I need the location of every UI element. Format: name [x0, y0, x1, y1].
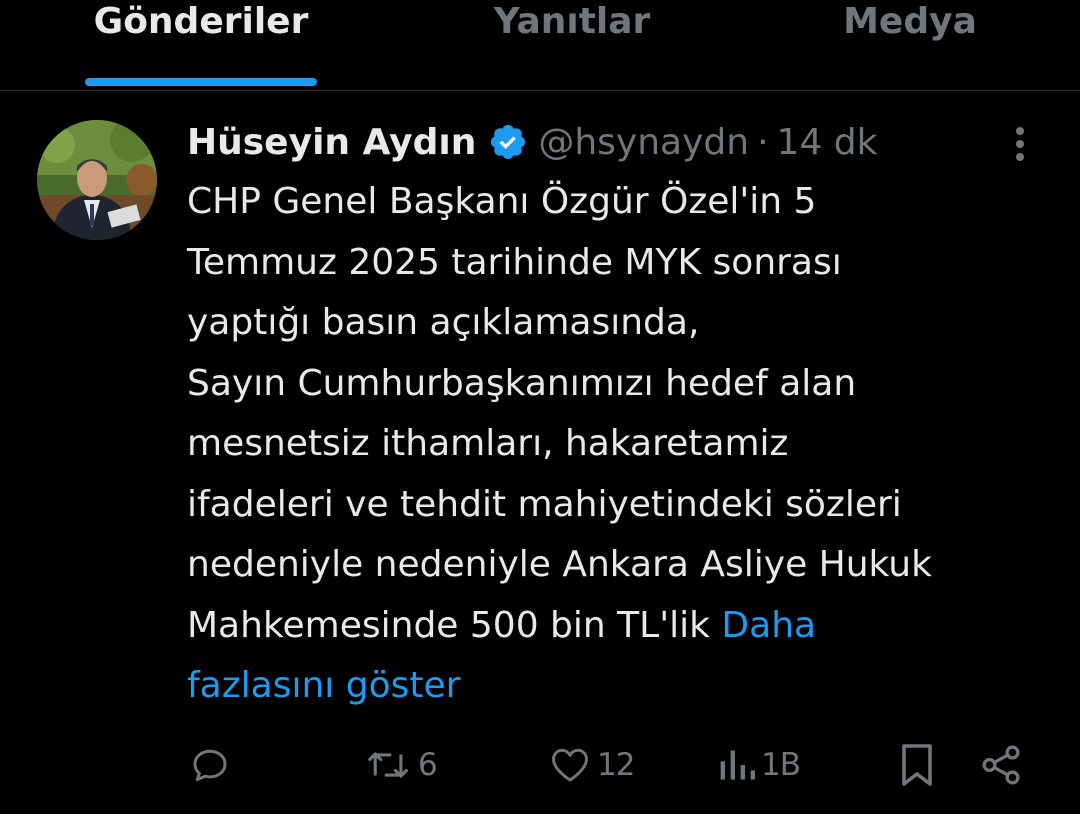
share-icon	[978, 742, 1024, 788]
more-options-icon[interactable]	[1004, 122, 1036, 166]
tab-media[interactable]: Medya	[800, 0, 1020, 50]
verified-badge-icon[interactable]	[488, 122, 528, 162]
reply-icon	[188, 743, 232, 787]
reply-button[interactable]	[188, 735, 236, 795]
like-button[interactable]: 12	[547, 735, 635, 795]
post-actions: 6 12 1B	[0, 735, 1080, 795]
avatar[interactable]	[37, 120, 157, 240]
repost-icon	[364, 743, 414, 787]
active-tab-indicator	[85, 78, 317, 86]
bookmark-icon	[897, 741, 937, 789]
post-header: Hüseyin Aydın @hsynaydn · 14 dk	[187, 112, 878, 172]
tab-replies[interactable]: Yanıtlar	[460, 0, 684, 50]
post-body: CHP Genel Başkanı Özgür Özel'in 5 Temmuz…	[187, 181, 932, 646]
views-button[interactable]: 1B	[717, 735, 801, 795]
like-count: 12	[597, 747, 635, 783]
analytics-icon	[717, 743, 757, 787]
post-text: CHP Genel Başkanı Özgür Özel'in 5 Temmuz…	[187, 172, 1057, 717]
heart-icon	[547, 743, 593, 787]
repost-button[interactable]: 6	[364, 735, 438, 795]
repost-count: 6	[418, 747, 438, 783]
author-name[interactable]: Hüseyin Aydın	[187, 122, 476, 163]
bookmark-button[interactable]	[897, 735, 937, 795]
tab-posts[interactable]: Gönderiler	[60, 0, 342, 50]
views-count: 1B	[761, 747, 801, 783]
post-time[interactable]: 14 dk	[777, 122, 878, 163]
share-button[interactable]	[978, 735, 1024, 795]
author-handle[interactable]: @hsynaydn	[538, 122, 749, 163]
separator: ·	[757, 121, 769, 163]
profile-tabs: Gönderiler Yanıtlar Medya	[0, 0, 1080, 91]
